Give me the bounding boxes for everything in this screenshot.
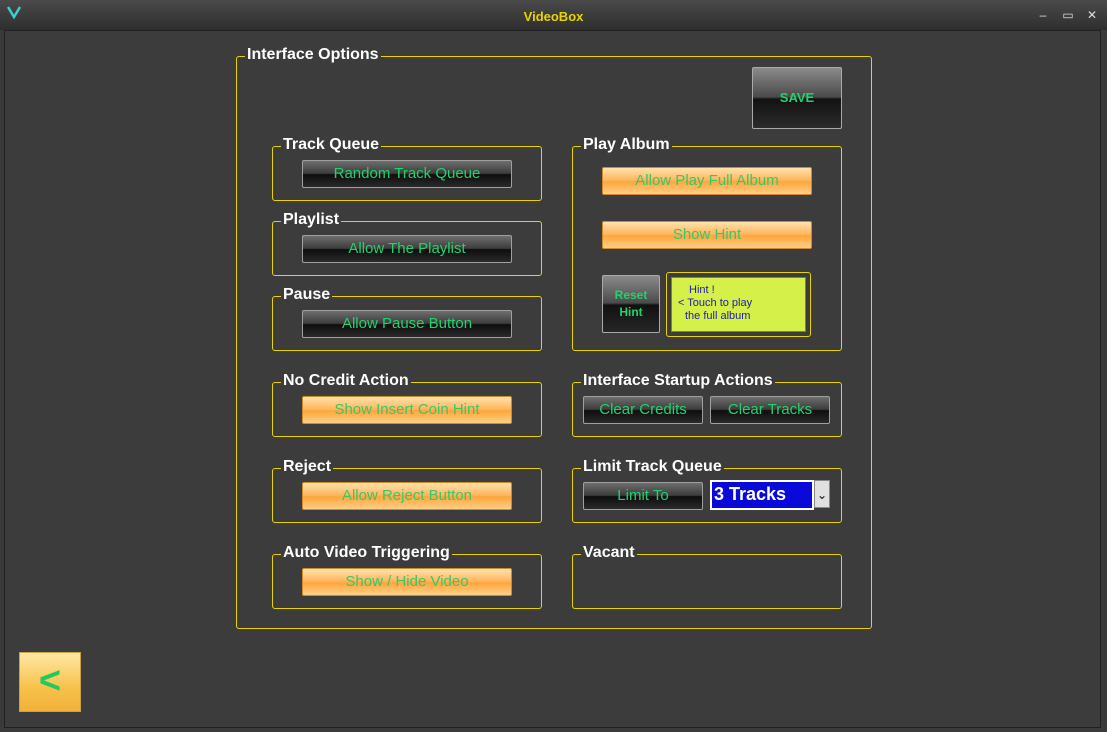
play-album-group: Play Album Allow Play Full Album Show Hi…	[572, 136, 842, 351]
chevron-down-icon[interactable]: ⌄	[814, 480, 830, 508]
limit-track-queue-legend: Limit Track Queue	[581, 458, 724, 476]
title-bar: VideoBox – ▭ ✕	[0, 0, 1107, 30]
limit-track-queue-group: Limit Track Queue Limit To 3 Tracks ⌄	[572, 458, 842, 523]
random-track-queue-button[interactable]: Random Track Queue	[302, 160, 512, 188]
hint-frame: Hint ! < Touch to play the full album	[666, 272, 811, 337]
limit-to-button[interactable]: Limit To	[583, 482, 703, 510]
pause-legend: Pause	[281, 286, 333, 304]
auto-video-triggering-legend: Auto Video Triggering	[281, 544, 452, 562]
interface-options-panel: Interface Options SAVE Track Queue Rando…	[236, 46, 872, 629]
auto-video-triggering-group: Auto Video Triggering Show / Hide Video	[272, 544, 542, 609]
pause-group: Pause Allow Pause Button	[272, 286, 542, 351]
maximize-icon[interactable]: ▭	[1061, 8, 1075, 22]
hint-line2: < Touch to play	[678, 297, 753, 309]
playlist-legend: Playlist	[281, 211, 342, 229]
reject-legend: Reject	[281, 458, 334, 476]
no-credit-action-group: No Credit Action Show Insert Coin Hint	[272, 372, 542, 437]
show-hide-video-button[interactable]: Show / Hide Video	[302, 568, 512, 596]
hint-line3: the full album	[685, 310, 751, 322]
no-credit-action-legend: No Credit Action	[281, 372, 411, 390]
track-queue-group: Track Queue Random Track Queue	[272, 136, 542, 201]
show-insert-coin-hint-button[interactable]: Show Insert Coin Hint	[302, 396, 512, 424]
reset-hint-line1: Reset	[614, 288, 648, 302]
vacant-legend: Vacant	[581, 544, 637, 562]
close-icon[interactable]: ✕	[1085, 8, 1099, 22]
clear-credits-button[interactable]: Clear Credits	[583, 396, 703, 424]
client-area: Interface Options SAVE Track Queue Rando…	[4, 30, 1101, 728]
save-button[interactable]: SAVE	[752, 67, 842, 129]
allow-pause-button[interactable]: Allow Pause Button	[302, 310, 512, 338]
show-hint-button[interactable]: Show Hint	[602, 221, 812, 249]
allow-reject-button[interactable]: Allow Reject Button	[302, 482, 512, 510]
allow-playlist-button[interactable]: Allow The Playlist	[302, 235, 512, 263]
clear-tracks-button[interactable]: Clear Tracks	[710, 396, 830, 424]
track-limit-select[interactable]: 3 Tracks ⌄	[710, 480, 830, 510]
reject-group: Reject Allow Reject Button	[272, 458, 542, 523]
track-queue-legend: Track Queue	[281, 136, 382, 154]
interface-startup-actions-group: Interface Startup Actions Clear Credits …	[572, 372, 842, 437]
window-title: VideoBox	[523, 9, 584, 24]
interface-startup-actions-legend: Interface Startup Actions	[581, 372, 775, 390]
reset-hint-line2: Hint	[619, 305, 643, 319]
playlist-group: Playlist Allow The Playlist	[272, 211, 542, 276]
reset-hint-button[interactable]: Reset Hint	[602, 275, 660, 333]
allow-play-full-album-button[interactable]: Allow Play Full Album	[602, 167, 812, 195]
hint-box: Hint ! < Touch to play the full album	[671, 277, 806, 332]
back-button[interactable]: <	[19, 652, 81, 712]
interface-options-legend: Interface Options	[245, 46, 381, 64]
vacant-group: Vacant	[572, 544, 842, 609]
track-limit-value: 3 Tracks	[714, 484, 787, 504]
back-arrow-icon: <	[38, 660, 62, 702]
minimize-icon[interactable]: –	[1036, 8, 1050, 22]
hint-line1: Hint !	[689, 284, 715, 296]
play-album-legend: Play Album	[581, 136, 672, 154]
